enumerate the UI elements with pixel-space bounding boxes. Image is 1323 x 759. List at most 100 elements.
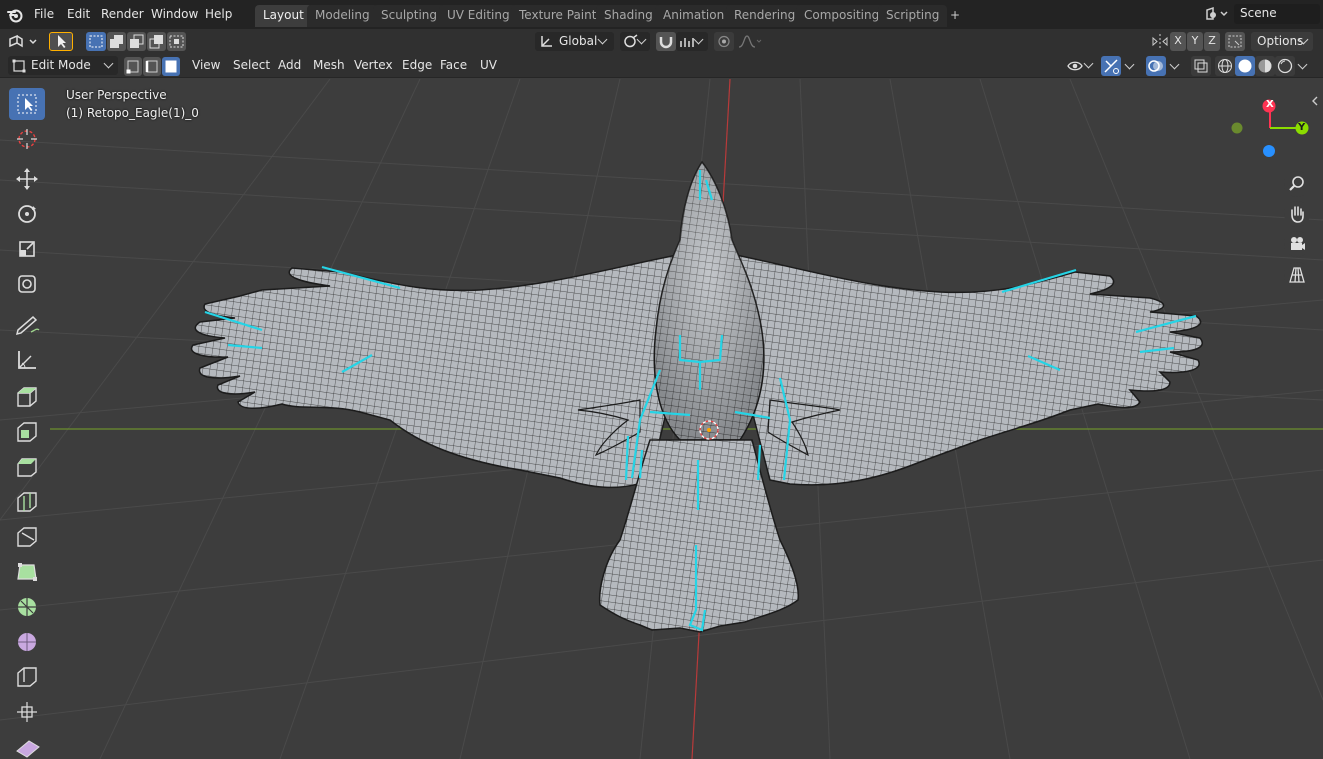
edit-mode-icon [12, 59, 26, 73]
mode-dropdown[interactable]: Edit Mode [8, 56, 118, 75]
menu-add[interactable]: Add [278, 58, 301, 72]
xray-toggle[interactable] [1191, 56, 1211, 76]
scale-icon [19, 241, 35, 257]
shrink-fatten-tool[interactable] [9, 696, 45, 728]
menu-uv[interactable]: UV [480, 58, 497, 72]
gizmo-icon [1104, 59, 1119, 74]
proportional-falloff-dropdown[interactable] [735, 32, 765, 51]
face-select-mode-button[interactable] [162, 57, 180, 76]
rotate-icon [18, 205, 36, 223]
scene-canvas[interactable] [0, 79, 1323, 759]
knife-icon [17, 527, 37, 547]
options-dropdown[interactable]: Options [1251, 32, 1313, 51]
spin-tool[interactable] [9, 591, 45, 623]
gizmo-toggle[interactable] [1101, 56, 1121, 76]
snap-target-dropdown[interactable] [676, 32, 708, 51]
menu-vertex[interactable]: Vertex [354, 58, 393, 72]
mode-intersect-button[interactable] [167, 32, 186, 51]
tab-layout[interactable]: Layout [255, 5, 312, 27]
tab-sculpting[interactable]: Sculpting [373, 5, 446, 27]
smooth-tool[interactable] [9, 626, 45, 658]
shading-solid-button[interactable] [1235, 56, 1255, 76]
blender-logo-icon[interactable] [6, 6, 24, 24]
bevel-icon [17, 458, 37, 477]
zoom-button[interactable] [1284, 171, 1310, 197]
menu-select[interactable]: Select [233, 58, 270, 72]
auto-merge-toggle[interactable] [1225, 32, 1245, 51]
subtract-select-icon [130, 34, 144, 48]
menu-render[interactable]: Render [101, 7, 144, 21]
camera-view-button[interactable] [1284, 231, 1310, 257]
scene-selector: Scene [1202, 4, 1322, 24]
menu-edit[interactable]: Edit [67, 7, 90, 21]
hand-icon [1291, 206, 1304, 223]
shading-rendered-button[interactable] [1275, 56, 1295, 76]
edge-select-mode-button[interactable] [143, 57, 161, 76]
menu-mesh[interactable]: Mesh [313, 58, 345, 72]
editor-type-icon[interactable] [6, 33, 40, 51]
inset-faces-tool[interactable] [9, 416, 45, 448]
knife-tool[interactable] [9, 521, 45, 553]
move-tool[interactable] [9, 163, 45, 195]
scene-name-field[interactable]: Scene [1234, 4, 1320, 24]
menu-file[interactable]: File [34, 7, 54, 21]
mode-difference-button[interactable] [147, 32, 166, 51]
cursor-arrow-icon [17, 94, 37, 114]
menu-window[interactable]: Window [151, 7, 198, 21]
proportional-editing-toggle[interactable] [714, 32, 734, 51]
scale-tool[interactable] [9, 233, 45, 265]
menu-help[interactable]: Help [205, 7, 232, 21]
select-tool-button[interactable] [49, 32, 73, 51]
orientation-axes-icon [541, 36, 552, 47]
annotate-tool[interactable] [9, 308, 45, 340]
snap-toggle[interactable] [656, 32, 676, 51]
tab-modeling[interactable]: Modeling [307, 5, 378, 27]
mirror-x-toggle[interactable]: X [1170, 32, 1186, 51]
chevron-down-icon[interactable] [1297, 59, 1308, 70]
vertex-select-mode-button[interactable] [124, 57, 142, 76]
shading-wireframe-button[interactable] [1215, 56, 1235, 76]
poly-build-tool[interactable] [9, 556, 45, 588]
tab-animation[interactable]: Animation [655, 5, 733, 27]
visibility-dropdown[interactable] [1064, 56, 1096, 75]
bevel-tool[interactable] [9, 451, 45, 483]
mirror-y-toggle[interactable]: Y [1187, 32, 1203, 51]
3d-viewport[interactable]: User Perspective (1) Retopo_Eagle(1)_0 X… [0, 79, 1323, 759]
tab-rendering[interactable]: Rendering [726, 5, 804, 27]
rotate-tool[interactable] [9, 198, 45, 230]
sidebar-collapse-icon[interactable] [1310, 95, 1320, 107]
edge-slide-tool[interactable] [9, 661, 45, 693]
pan-button[interactable] [1284, 201, 1310, 227]
extrude-region-tool[interactable] [9, 381, 45, 413]
loop-cut-tool[interactable] [9, 486, 45, 518]
pivot-point-dropdown[interactable] [620, 32, 650, 51]
select-box-tool[interactable] [9, 88, 45, 120]
mirror-z-toggle[interactable]: Z [1204, 32, 1220, 51]
chevron-down-icon[interactable] [1124, 59, 1135, 70]
mirror-axis-icon [1152, 34, 1168, 49]
tab-shading[interactable]: Shading [596, 5, 661, 27]
shear-tool[interactable] [9, 731, 45, 759]
ortho-toggle-button[interactable] [1284, 262, 1310, 288]
top-menu-bar: File Edit Render Window Help Layout Mode… [0, 0, 1323, 29]
add-workspace-button[interactable]: + [942, 5, 968, 27]
tab-compositing[interactable]: Compositing [796, 5, 888, 27]
overlays-toggle[interactable] [1146, 56, 1166, 76]
mode-subtract-button[interactable] [127, 32, 146, 51]
menu-face[interactable]: Face [440, 58, 467, 72]
tab-texture-paint[interactable]: Texture Paint [511, 5, 605, 27]
measure-tool[interactable] [9, 343, 45, 375]
chevron-down-icon[interactable] [1169, 59, 1180, 70]
tab-uv-editing[interactable]: UV Editing [439, 5, 518, 27]
mode-extend-button[interactable] [107, 32, 126, 51]
transform-orientation-dropdown[interactable]: Global [535, 32, 614, 51]
shading-material-button[interactable] [1255, 56, 1275, 76]
menu-edge[interactable]: Edge [402, 58, 432, 72]
tab-scripting[interactable]: Scripting [878, 5, 948, 27]
cursor-tool[interactable] [9, 123, 45, 155]
transform-tool[interactable] [9, 268, 45, 300]
poly-build-icon [17, 563, 37, 581]
scene-icon[interactable] [1204, 6, 1230, 22]
mode-set-button[interactable] [86, 32, 106, 51]
menu-view[interactable]: View [192, 58, 220, 72]
